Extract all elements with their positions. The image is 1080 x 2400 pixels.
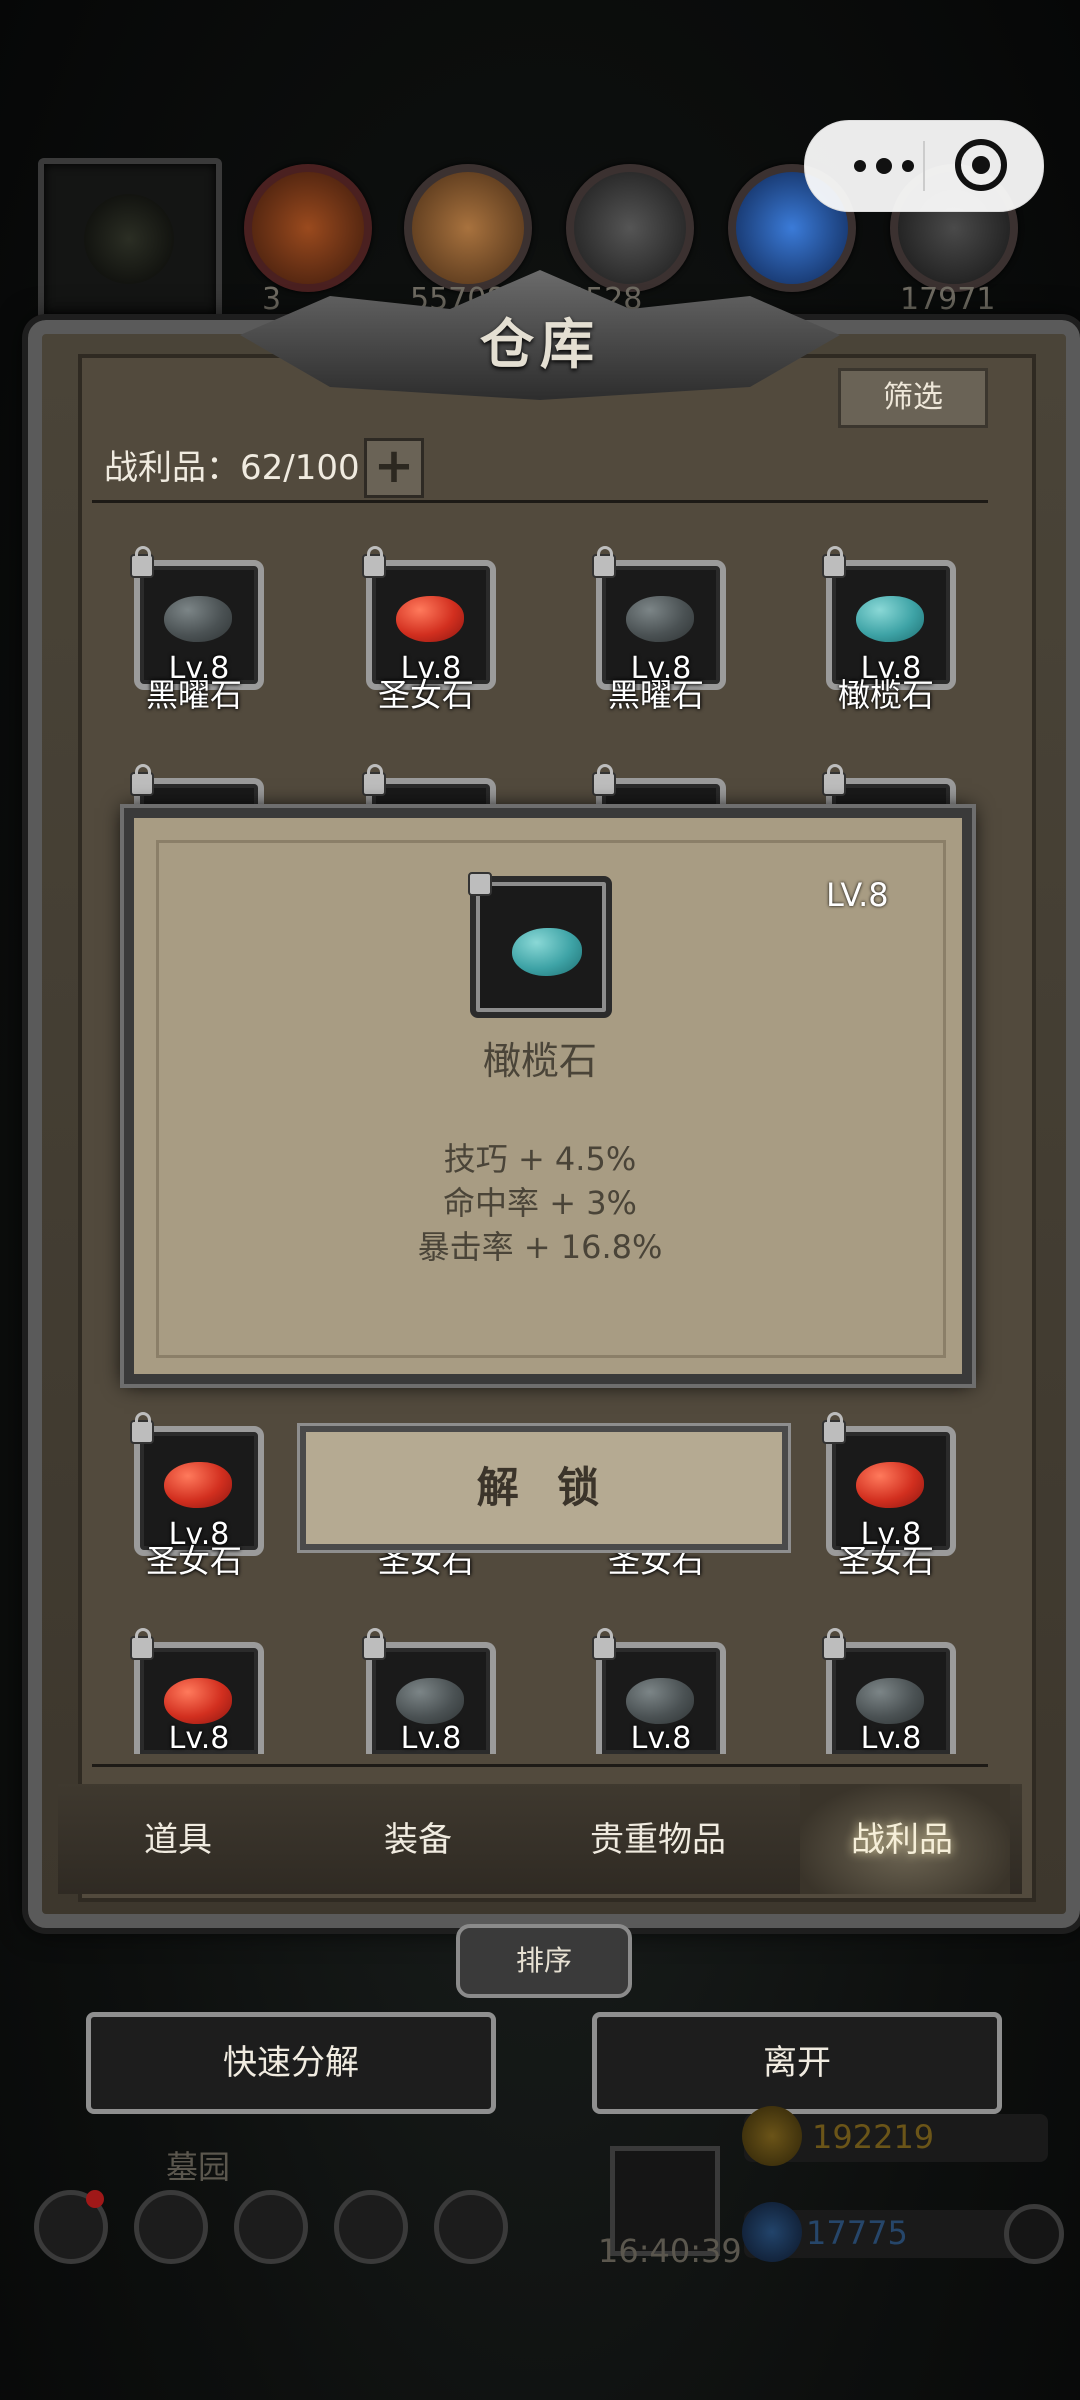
- obsidian-gem-icon: [396, 1678, 464, 1724]
- capsule-divider: [923, 141, 925, 191]
- lock-icon: [362, 764, 386, 796]
- popup-item-name: 橄榄石: [482, 1039, 597, 1083]
- miniprogram-capsule: [804, 120, 1044, 212]
- wood-resource-icon: [244, 164, 372, 292]
- event-timer: 16:40:39: [598, 2232, 742, 2270]
- more-dots-icon[interactable]: [839, 141, 929, 191]
- target-circle-icon[interactable]: [955, 139, 1007, 191]
- lock-icon: [822, 1412, 846, 1444]
- popup-item-level: LV.8: [826, 876, 889, 914]
- loot-capacity-label: 战利品：62/100: [104, 448, 360, 488]
- tab-valuables[interactable]: 贵重物品: [558, 1812, 758, 1861]
- lock-icon: [468, 872, 492, 896]
- item-level: Lv.8: [860, 1721, 922, 1756]
- obsidian-gem-icon: [626, 596, 694, 642]
- gold-coin-icon: [742, 2106, 802, 2166]
- olivine-gem-icon: [512, 928, 582, 976]
- saint-stone-gem-icon: [164, 1678, 232, 1724]
- divider: [92, 500, 988, 503]
- popup-stat: 命中率 + 3%: [443, 1184, 637, 1222]
- lock-icon: [592, 764, 616, 796]
- item-level: Lv.8: [168, 1721, 230, 1756]
- saint-stone-gem-icon: [164, 1462, 232, 1508]
- item-name: 橄榄石: [837, 676, 934, 714]
- lock-icon: [130, 1628, 154, 1660]
- item-slot[interactable]: Lv.8: [362, 1628, 496, 1756]
- rank-icon[interactable]: [134, 2190, 208, 2264]
- unlock-button[interactable]: 解 锁: [300, 1426, 788, 1550]
- lock-icon: [822, 546, 846, 578]
- item-name: 圣女石: [145, 1542, 242, 1580]
- item-name: 黑曜石: [607, 676, 704, 714]
- divider: [92, 1764, 988, 1767]
- item-slot[interactable]: Lv.8: [592, 1628, 726, 1756]
- hero-portrait: [38, 158, 222, 320]
- item-level: Lv.8: [630, 1721, 692, 1756]
- olivine-gem-icon: [856, 596, 924, 642]
- filter-button[interactable]: 筛选: [838, 368, 988, 428]
- saint-stone-gem-icon: [856, 1462, 924, 1508]
- item-name: 黑曜石: [145, 676, 242, 714]
- tab-loot[interactable]: 战利品: [802, 1812, 1002, 1861]
- item-name: 圣女石: [837, 1542, 934, 1580]
- lock-icon: [130, 764, 154, 796]
- leave-button[interactable]: 离开: [592, 2012, 1002, 2114]
- popup-stat: 暴击率 + 16.8%: [417, 1228, 663, 1266]
- location-label: 墓园: [166, 2148, 231, 2186]
- plus-icon[interactable]: +: [364, 438, 424, 498]
- iron-resource-icon: [566, 164, 694, 292]
- gem-amount: 17775: [806, 2214, 908, 2252]
- lock-icon: [130, 1412, 154, 1444]
- tab-equipment[interactable]: 装备: [318, 1812, 518, 1861]
- dragon-emblem-icon: [84, 194, 174, 284]
- item-name: 圣女石: [377, 676, 474, 714]
- obsidian-gem-icon: [626, 1678, 694, 1724]
- tab-items[interactable]: 道具: [78, 1812, 278, 1861]
- item-level: Lv.8: [400, 1721, 462, 1756]
- lock-icon: [130, 546, 154, 578]
- notification-dot: [86, 2190, 104, 2208]
- handshake-icon[interactable]: [434, 2190, 508, 2264]
- lock-icon: [822, 1628, 846, 1660]
- saint-stone-gem-icon: [396, 596, 464, 642]
- sort-button[interactable]: 排序: [456, 1924, 632, 1998]
- gold-amount: 192219: [812, 2118, 935, 2156]
- lock-icon: [822, 764, 846, 796]
- lock-icon: [592, 1628, 616, 1660]
- add-currency-icon[interactable]: [1004, 2204, 1064, 2264]
- mail-icon[interactable]: [334, 2190, 408, 2264]
- item-slot[interactable]: Lv.8: [822, 1628, 956, 1756]
- popup-item-slot: [468, 872, 612, 1018]
- diamond-icon: [742, 2202, 802, 2262]
- lock-icon: [362, 1628, 386, 1660]
- item-slot[interactable]: Lv.8: [130, 1628, 264, 1756]
- lock-icon: [592, 546, 616, 578]
- obsidian-gem-icon: [856, 1678, 924, 1724]
- guild-icon[interactable]: [234, 2190, 308, 2264]
- resource-value-4: 17971: [900, 282, 996, 317]
- quick-decompose-button[interactable]: 快速分解: [86, 2012, 496, 2114]
- lock-icon: [362, 546, 386, 578]
- popup-stat: 技巧 + 4.5%: [443, 1140, 637, 1178]
- page-title: 仓库: [480, 313, 600, 376]
- obsidian-gem-icon: [164, 596, 232, 642]
- plank-resource-icon: [404, 164, 532, 292]
- resource-value-1: 3: [262, 282, 282, 317]
